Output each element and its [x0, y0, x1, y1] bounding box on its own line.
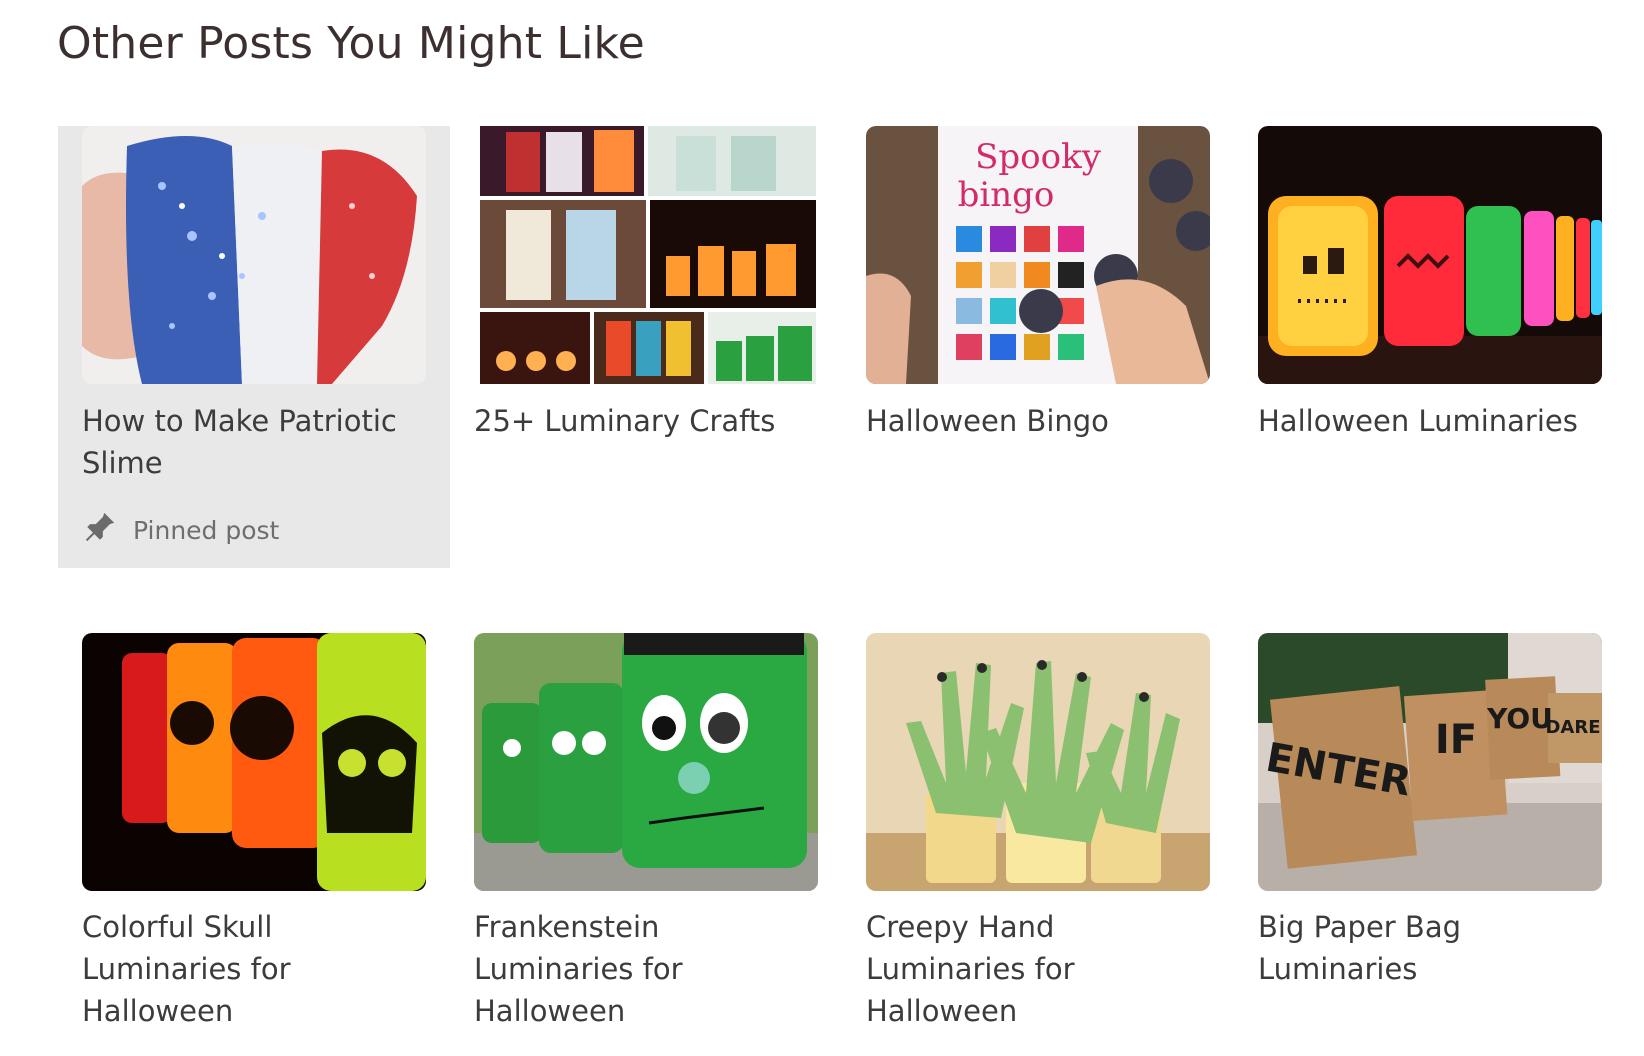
post-title[interactable]: Halloween Bingo: [866, 400, 1206, 442]
svg-text:bingo: bingo: [958, 175, 1055, 215]
luminary-collage-photo[interactable]: [476, 126, 820, 384]
related-posts-grid: How to Make Patriotic Slime Pinned post: [0, 0, 1644, 1056]
frankenstein-jars-photo[interactable]: [474, 633, 818, 891]
jack-o-lantern-jars-photo[interactable]: [1258, 126, 1602, 384]
paper-bag-photo[interactable]: ENTER IF YOU DARE: [1258, 633, 1602, 891]
pinned-label: Pinned post: [133, 515, 280, 545]
creepy-hands-photo[interactable]: [866, 633, 1210, 891]
post-title[interactable]: How to Make Patriotic Slime: [82, 400, 422, 484]
bag-text-dare: DARE: [1545, 717, 1600, 738]
skull-jars-photo[interactable]: [82, 633, 426, 891]
bingo-card-text: Spooky: [975, 137, 1102, 177]
post-title[interactable]: Halloween Luminaries: [1258, 400, 1598, 442]
post-title[interactable]: Frankenstein Luminaries for Halloween: [474, 906, 814, 1032]
post-title[interactable]: Colorful Skull Luminaries for Halloween: [82, 906, 422, 1032]
post-title[interactable]: Big Paper Bag Luminaries: [1258, 906, 1598, 990]
bag-text-if: IF: [1435, 717, 1477, 763]
post-title[interactable]: 25+ Luminary Crafts: [474, 400, 814, 442]
post-title[interactable]: Creepy Hand Luminaries for Halloween: [866, 906, 1206, 1032]
pushpin-icon: [83, 510, 117, 550]
patriotic-slime-photo[interactable]: [82, 126, 426, 384]
spooky-bingo-photo[interactable]: Spooky bingo: [866, 126, 1210, 384]
pinned-indicator: Pinned post: [83, 510, 279, 550]
bag-text-you: YOU: [1486, 702, 1553, 735]
